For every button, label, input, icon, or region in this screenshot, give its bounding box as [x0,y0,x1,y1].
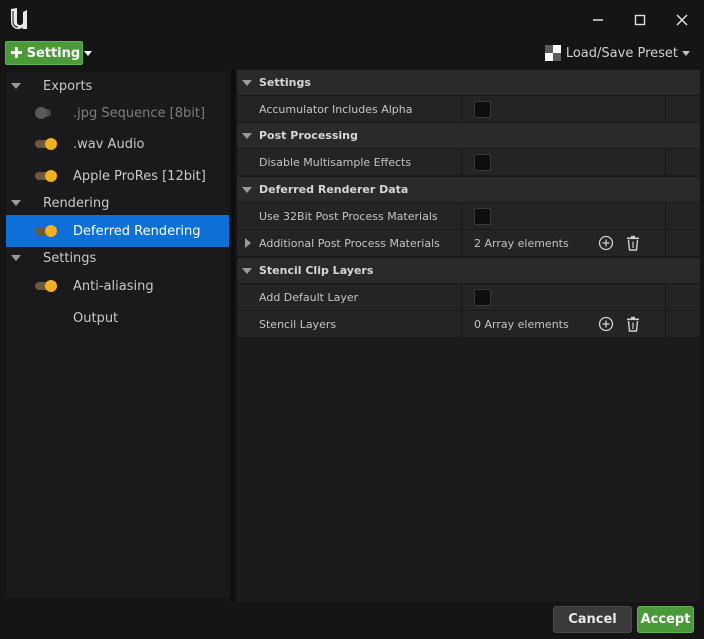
tree-category-label: Settings [43,250,97,266]
tree-category-label: Rendering [43,195,110,211]
column-divider [665,203,666,230]
tree-item-label: Anti-aliasing [73,278,154,294]
property-row-additional-post-process-materials: Additional Post Process Materials 2 Arra… [237,230,700,257]
expand-arrow-icon[interactable] [242,132,252,139]
use-32bit-post-process-checkbox[interactable] [474,208,491,225]
tree-item-wav-audio[interactable]: .wav Audio [6,130,229,158]
expand-arrow-icon[interactable] [242,79,252,86]
minimize-icon [593,19,603,21]
load-save-preset-button[interactable]: Load/Save Preset [544,43,690,63]
close-button[interactable] [669,7,695,33]
details-panel: Settings Accumulator Includes Alpha Post… [237,70,700,602]
property-row-add-default-layer: Add Default Layer [237,284,700,311]
settings-tree: Exports .jpg Sequence [8bit] .wav Audio … [6,72,229,598]
array-count: 2 Array elements [474,237,569,250]
property-row-stencil-layers: Stencil Layers 0 Array elements [237,311,700,338]
unreal-engine-logo [11,8,27,29]
expand-arrow-icon[interactable] [11,255,21,261]
section-deferred-renderer-data[interactable]: Deferred Renderer Data [237,177,700,203]
property-row-accumulator-includes-alpha: Accumulator Includes Alpha [237,96,700,123]
section-settings[interactable]: Settings [237,70,700,96]
column-divider [665,149,666,176]
section-title: Stencil Clip Layers [259,264,374,277]
title-bar [0,0,704,38]
expand-arrow-icon[interactable] [242,186,252,193]
preset-icon [544,45,561,61]
toolbar: ✚ Setting Load/Save Preset [0,38,704,68]
section-title: Settings [259,76,311,89]
column-divider[interactable] [461,149,462,176]
tree-category-exports[interactable]: Exports [6,72,229,100]
trash-icon[interactable] [625,235,641,251]
plus-icon: ✚ [10,43,23,62]
property-name: Additional Post Process Materials [259,237,440,250]
expand-arrow-icon[interactable] [11,200,21,206]
tree-category-label: Exports [43,78,93,94]
column-divider[interactable] [461,311,462,338]
expand-arrow-icon[interactable] [242,267,252,274]
tree-item-apple-prores[interactable]: Apple ProRes [12bit] [6,162,229,190]
add-setting-button[interactable]: ✚ Setting [5,41,93,65]
tree-item-label: .wav Audio [73,136,145,152]
property-name: Accumulator Includes Alpha [259,103,413,116]
column-divider[interactable] [461,96,462,123]
array-count: 0 Array elements [474,318,569,331]
tree-item-label: .jpg Sequence [8bit] [73,105,206,121]
section-stencil-clip-layers[interactable]: Stencil Clip Layers [237,258,700,284]
column-divider [665,96,666,123]
add-element-icon[interactable] [598,235,614,251]
column-divider[interactable] [461,230,462,257]
property-name: Add Default Layer [259,291,359,304]
tree-category-rendering[interactable]: Rendering [6,189,229,217]
accumulator-includes-alpha-checkbox[interactable] [474,101,491,118]
toggle-switch-icon[interactable] [35,138,57,150]
add-element-icon[interactable] [598,316,614,332]
property-name: Use 32Bit Post Process Materials [259,210,438,223]
expand-arrow-icon[interactable] [11,83,21,89]
preset-label: Load/Save Preset [565,45,678,61]
section-title: Post Processing [259,129,358,142]
column-divider [665,311,666,338]
section-post-processing[interactable]: Post Processing [237,123,700,149]
toggle-switch-icon[interactable] [35,107,57,119]
panel-splitter[interactable] [231,68,235,602]
toggle-switch-icon[interactable] [35,170,57,182]
property-row-use-32bit-post-process: Use 32Bit Post Process Materials [237,203,700,230]
trash-icon[interactable] [625,316,641,332]
maximize-icon [634,14,646,26]
tree-item-label: Deferred Rendering [73,223,201,239]
tree-item-label: Apple ProRes [12bit] [73,168,206,184]
property-name: Stencil Layers [259,318,337,331]
dialog-footer: Cancel Accept [0,602,704,639]
maximize-button[interactable] [627,7,653,33]
tree-item-deferred-rendering[interactable]: Deferred Rendering [6,215,229,247]
column-divider [665,230,666,257]
expand-arrow-icon[interactable] [245,238,251,248]
cancel-button[interactable]: Cancel [553,606,632,633]
section-title: Deferred Renderer Data [259,183,409,196]
chevron-down-icon [682,50,690,56]
tree-item-jpg-sequence[interactable]: .jpg Sequence [8bit] [6,99,229,127]
toggle-switch-icon[interactable] [35,225,57,237]
toggle-switch-icon[interactable] [35,280,57,292]
close-icon [676,14,688,26]
chevron-down-icon [84,50,93,56]
add-setting-label: Setting [26,45,81,61]
column-divider[interactable] [461,284,462,311]
tree-item-output[interactable]: Output [6,304,229,332]
tree-item-label: Output [73,310,119,326]
tree-item-anti-aliasing[interactable]: Anti-aliasing [6,272,229,300]
column-divider[interactable] [461,203,462,230]
disable-multisample-effects-checkbox[interactable] [474,154,491,171]
column-divider [665,284,666,311]
tree-category-settings[interactable]: Settings [6,244,229,272]
property-name: Disable Multisample Effects [259,156,412,169]
property-row-disable-multisample-effects: Disable Multisample Effects [237,149,700,176]
accept-button[interactable]: Accept [637,606,694,633]
minimize-button[interactable] [585,7,611,33]
add-default-layer-checkbox[interactable] [474,289,491,306]
